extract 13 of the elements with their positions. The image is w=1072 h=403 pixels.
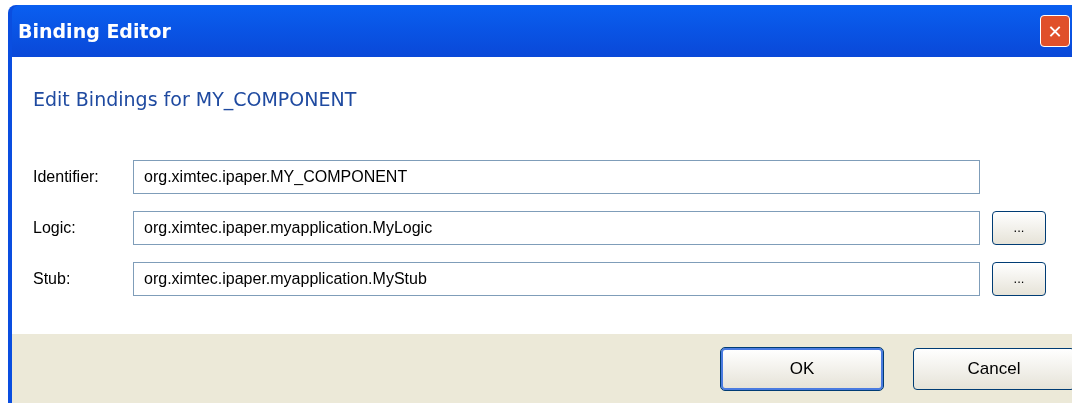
- dialog-button[interactable]: OK: [721, 347, 883, 390]
- field-label: Logic:: [33, 218, 77, 238]
- input-field[interactable]: org.ximtec.ipaper.myapplication.MyStub: [133, 262, 980, 296]
- browse-button[interactable]: ...: [992, 211, 1046, 245]
- field-label: Identifier:: [33, 167, 100, 187]
- browse-button[interactable]: ...: [992, 262, 1046, 296]
- input-field[interactable]: org.ximtec.ipaper.MY_COMPONENT: [133, 160, 980, 194]
- dialog-heading: Edit Bindings for MY_COMPONENT: [33, 87, 358, 113]
- field-label: Stub:: [33, 269, 72, 289]
- window-title: Binding Editor: [17, 18, 171, 44]
- dialog-button[interactable]: Cancel: [913, 347, 1072, 390]
- input-field[interactable]: org.ximtec.ipaper.myapplication.MyLogic: [133, 211, 980, 245]
- close-button[interactable]: ✕: [1040, 15, 1070, 47]
